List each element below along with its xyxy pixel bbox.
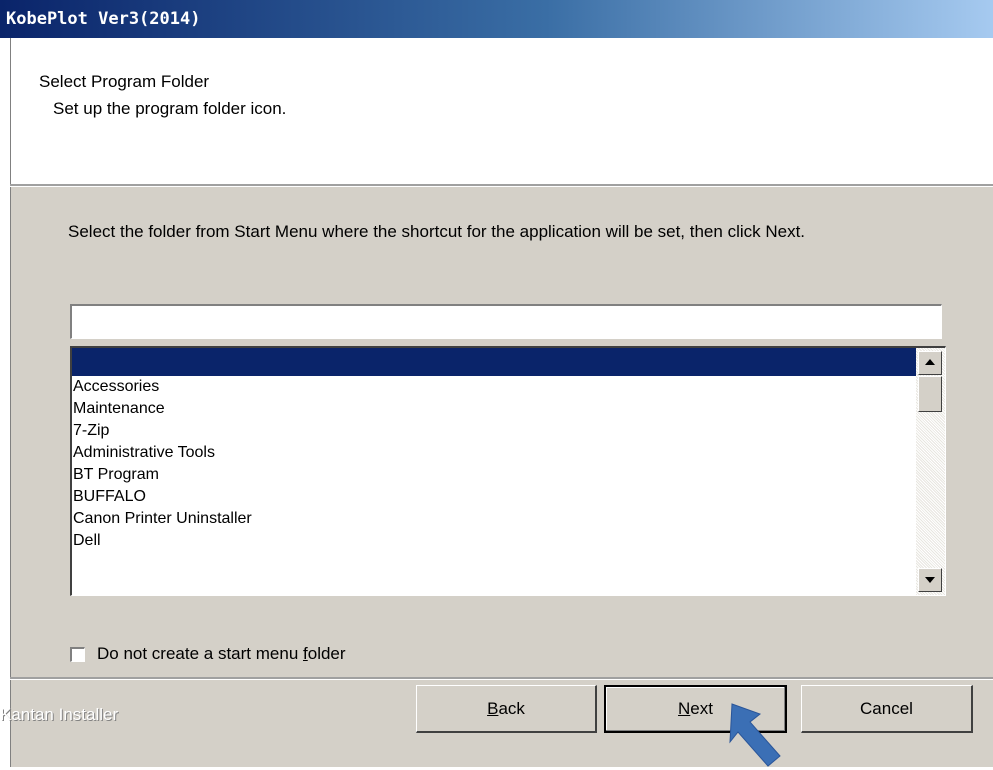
list-item-maintenance[interactable]: Maintenance [72,398,918,420]
vertical-scrollbar[interactable] [916,348,945,595]
content-panel: Select the folder from Start Menu where … [10,187,993,767]
list-item-selected[interactable] [72,348,918,376]
folder-listbox[interactable]: Accessories Maintenance 7-Zip Administra… [70,346,946,596]
list-item-accessories[interactable]: Accessories [72,376,918,398]
page-subtitle: Set up the program folder icon. [53,99,287,118]
list-item-dell[interactable]: Dell [72,530,918,552]
title-bar: KobePlot Ver3(2014) [0,0,993,38]
window-title: KobePlot Ver3(2014) [6,9,201,29]
checkbox-label: Do not create a start menu folder [97,644,346,663]
footer-divider [10,677,993,680]
pointer-arrow-icon [729,703,781,767]
folder-list: Accessories Maintenance 7-Zip Administra… [72,348,918,552]
list-item-administrative-tools[interactable]: Administrative Tools [72,442,918,464]
header-panel: Select Program Folder Set up the program… [10,38,993,185]
list-item-canon-printer-uninstaller[interactable]: Canon Printer Uninstaller [72,508,918,530]
installer-brand: Kantan Installer [0,705,119,724]
scroll-up-arrow-icon [925,359,935,365]
list-item-buffalo[interactable]: BUFFALO [72,486,918,508]
no-start-menu-folder-checkbox[interactable] [70,646,85,662]
scroll-down-arrow-icon [925,577,935,583]
page-title: Select Program Folder [39,72,210,91]
instruction-text: Select the folder from Start Menu where … [68,222,806,241]
back-button[interactable]: Back [416,685,597,733]
cancel-button[interactable]: Cancel [801,685,973,733]
folder-name-input[interactable] [70,304,942,339]
list-item-7zip[interactable]: 7-Zip [72,420,918,442]
list-item-bt-program[interactable]: BT Program [72,464,918,486]
scroll-down-button[interactable] [918,568,942,592]
scroll-up-button[interactable] [918,351,942,375]
no-start-menu-folder-option[interactable]: Do not create a start menu folder [70,644,346,664]
scroll-thumb[interactable] [918,376,942,412]
